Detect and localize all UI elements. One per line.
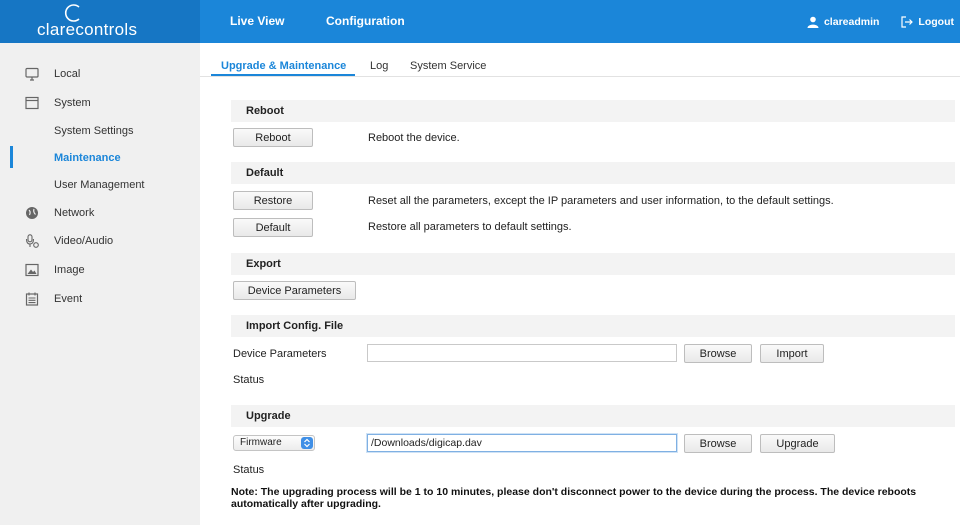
import-file-input[interactable]: [367, 344, 677, 362]
image-icon: [24, 262, 40, 278]
sidebar-item-local[interactable]: Local: [0, 61, 200, 87]
logout-label: Logout: [918, 15, 954, 28]
select-arrows-icon: [301, 437, 313, 449]
sidebar-item-label: Video/Audio: [54, 235, 114, 247]
reboot-button[interactable]: Reboot: [233, 128, 313, 147]
import-browse-button[interactable]: Browse: [684, 344, 752, 363]
section-title-import: Import Config. File: [231, 315, 955, 337]
user-icon: [807, 16, 819, 28]
upgrade-button[interactable]: Upgrade: [760, 434, 835, 453]
globe-icon: [24, 205, 40, 221]
export-device-parameters-button[interactable]: Device Parameters: [233, 281, 356, 300]
upgrade-type-value: Firmware: [240, 437, 282, 448]
default-button[interactable]: Default: [233, 218, 313, 237]
sidebar-active-indicator: [10, 146, 13, 168]
top-header: clarecontrols Live View Configuration cl…: [0, 0, 960, 43]
microphone-camera-icon: [24, 233, 40, 249]
sidebar-sub-maintenance[interactable]: Maintenance: [54, 152, 121, 164]
reboot-description: Reboot the device.: [368, 132, 460, 144]
nav-live-view[interactable]: Live View: [230, 0, 284, 43]
sidebar-item-video-audio[interactable]: Video/Audio: [0, 228, 200, 254]
active-tab-underline: [211, 74, 355, 76]
logout-icon: [901, 15, 914, 28]
upgrade-type-select[interactable]: Firmware: [233, 435, 315, 451]
monitor-icon: [24, 66, 40, 82]
sidebar: Local System System Settings Maintenance…: [0, 43, 200, 525]
import-status-label: Status: [233, 374, 265, 386]
nav-configuration[interactable]: Configuration: [326, 0, 405, 43]
import-device-parameters-label: Device Parameters: [233, 348, 327, 360]
tab-system-service[interactable]: System Service: [410, 60, 486, 72]
section-title-default: Default: [231, 162, 955, 184]
sidebar-item-label: Image: [54, 264, 85, 276]
logo-text: clarecontrols: [37, 20, 138, 39]
user-menu[interactable]: clareadmin: [807, 16, 879, 28]
section-title-reboot: Reboot: [231, 100, 955, 122]
tab-log[interactable]: Log: [370, 60, 388, 72]
upgrade-note: Note: The upgrading process will be 1 to…: [231, 486, 917, 510]
sidebar-item-event[interactable]: Event: [0, 286, 200, 312]
default-description: Restore all parameters to default settin…: [368, 221, 572, 233]
calendar-icon: [24, 291, 40, 307]
sidebar-item-network[interactable]: Network: [0, 200, 200, 226]
sidebar-item-label: Network: [54, 207, 95, 219]
sidebar-sub-user-management[interactable]: User Management: [54, 179, 145, 191]
restore-description: Reset all the parameters, except the IP …: [368, 195, 834, 207]
restore-button[interactable]: Restore: [233, 191, 313, 210]
sidebar-sub-system-settings[interactable]: System Settings: [54, 125, 133, 137]
username: clareadmin: [823, 15, 880, 28]
sidebar-item-system[interactable]: System: [0, 90, 200, 116]
section-title-export: Export: [231, 253, 955, 275]
logout-button[interactable]: Logout: [901, 16, 954, 28]
window-icon: [24, 95, 40, 111]
upgrade-file-input[interactable]: /Downloads/digicap.dav: [367, 434, 677, 452]
user-area: clareadmin Logout: [785, 0, 954, 43]
tab-divider: [200, 76, 960, 77]
tab-upgrade-maintenance[interactable]: Upgrade & Maintenance: [221, 60, 346, 72]
section-title-upgrade: Upgrade: [231, 405, 955, 427]
import-button[interactable]: Import: [760, 344, 824, 363]
upgrade-browse-button[interactable]: Browse: [684, 434, 752, 453]
logo: clarecontrols: [0, 0, 200, 43]
sidebar-item-label: Local: [54, 68, 81, 80]
sidebar-item-image[interactable]: Image: [0, 257, 200, 283]
sidebar-item-label: System: [54, 97, 91, 109]
upgrade-status-label: Status: [233, 464, 265, 476]
sidebar-item-label: Event: [54, 293, 83, 305]
